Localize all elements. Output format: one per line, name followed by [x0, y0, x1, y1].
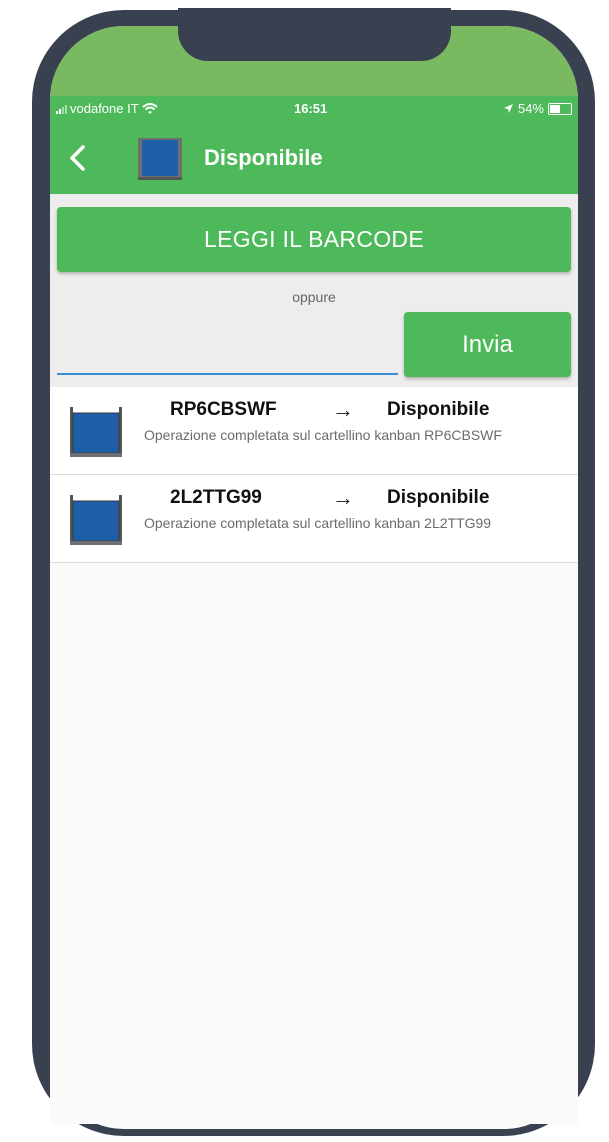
carrier-label: vodafone IT	[70, 101, 139, 116]
battery-percent: 54%	[517, 101, 544, 116]
clock: 16:51	[294, 101, 328, 116]
result-item[interactable]: RP6CBSWF → Disponibile Operazione comple…	[50, 387, 578, 475]
main-content: LEGGI IL BARCODE oppure Invia RP6CBSWF →…	[50, 194, 578, 1124]
separator-label: oppure	[292, 289, 336, 305]
result-heading: RP6CBSWF → Disponibile	[144, 397, 504, 425]
wifi-icon	[142, 102, 158, 114]
result-item[interactable]: 2L2TTG99 → Disponibile Operazione comple…	[50, 475, 578, 563]
signal-icon	[56, 104, 67, 114]
carrier-info: vodafone IT	[56, 101, 158, 116]
scan-barcode-button[interactable]: LEGGI IL BARCODE	[57, 207, 571, 272]
result-status: Disponibile	[387, 399, 490, 420]
send-button[interactable]: Invia	[404, 312, 571, 377]
back-chevron-icon[interactable]	[64, 142, 90, 174]
page-title: Disponibile	[204, 145, 323, 170]
phone-notch	[178, 8, 451, 61]
battery-info: 54%	[503, 101, 572, 116]
battery-icon	[548, 102, 572, 115]
kanban-container-icon	[70, 407, 122, 457]
kanban-code-input[interactable]	[57, 329, 398, 375]
result-message: Operazione completata sul cartellino kan…	[144, 427, 502, 443]
status-bar: vodafone IT 16:51 54%	[50, 96, 578, 124]
arrow-right-icon: →	[332, 397, 354, 422]
results-list: RP6CBSWF → Disponibile Operazione comple…	[50, 387, 578, 1124]
result-code: 2L2TTG99	[170, 487, 262, 508]
app-bar: Disponibile	[50, 124, 578, 194]
arrow-right-icon: →	[332, 485, 354, 510]
result-code: RP6CBSWF	[170, 399, 277, 420]
kanban-container-icon	[70, 495, 122, 545]
kanban-container-icon	[138, 138, 182, 180]
result-heading: 2L2TTG99 → Disponibile	[144, 485, 504, 513]
result-message: Operazione completata sul cartellino kan…	[144, 515, 492, 531]
result-status: Disponibile	[387, 487, 490, 508]
location-arrow-icon	[503, 104, 513, 113]
